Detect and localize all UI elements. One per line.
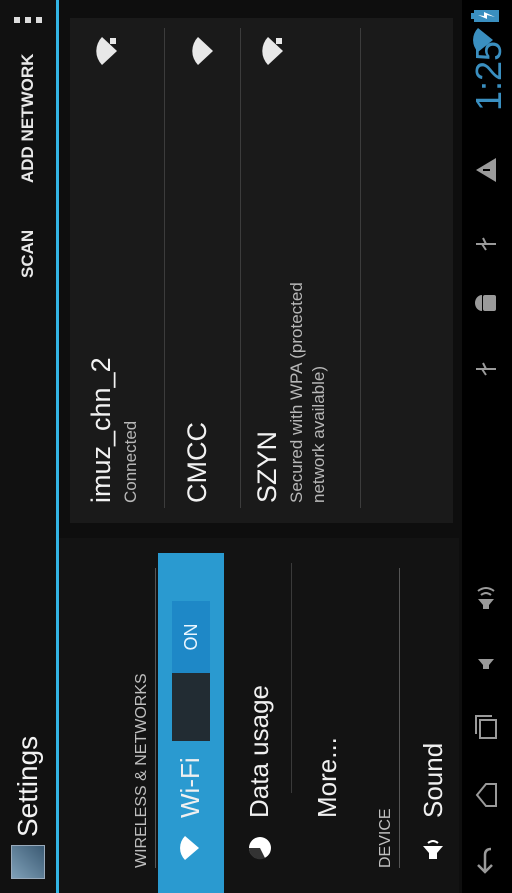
network-status: Secured with WPA (protected network avai…: [287, 282, 328, 503]
scan-button[interactable]: SCAN: [18, 230, 38, 278]
system-navigation-bar: 1:25: [462, 0, 512, 893]
back-icon[interactable]: [474, 847, 504, 875]
section-divider: [155, 568, 156, 868]
list-divider: [291, 563, 292, 793]
wifi-signal-open-icon: [192, 37, 213, 65]
speaker-icon: [421, 835, 447, 861]
sidebar-item-label: Wi-Fi: [175, 757, 205, 818]
sidebar-item-more[interactable]: More...: [295, 553, 359, 893]
wifi-network-list: imuz_chn_2 Connected CMCC SZYN Secured w…: [70, 18, 453, 523]
network-name: imuz_chn_2: [86, 357, 116, 503]
settings-app-icon[interactable]: [11, 845, 45, 879]
sidebar-item-label: Sound: [418, 742, 448, 818]
recent-apps-icon[interactable]: [474, 713, 504, 741]
home-icon[interactable]: [474, 781, 504, 809]
network-item[interactable]: imuz_chn_2 Connected: [86, 33, 142, 503]
wifi-signal-secured-icon: [262, 37, 283, 65]
network-divider: [360, 28, 361, 508]
android-debug-icon: [474, 291, 506, 315]
wifi-toggle-state: ON: [172, 601, 210, 673]
network-status: Connected: [121, 420, 140, 503]
wifi-icon: [178, 835, 204, 861]
network-divider: [164, 28, 165, 508]
battery-icon: [470, 9, 506, 23]
volume-down-icon[interactable]: [474, 649, 504, 671]
overflow-menu-icon[interactable]: [14, 17, 42, 23]
sidebar-item-sound[interactable]: Sound: [401, 553, 465, 893]
wifi-signal-secured-icon: [96, 37, 117, 65]
wifi-status-icon: [472, 27, 500, 53]
section-divider: [399, 568, 400, 868]
settings-sidebar: WIRELESS & NETWORKS Wi-Fi ON Data usage …: [59, 538, 459, 893]
network-item[interactable]: SZYN Secured with WPA (protected network…: [252, 33, 330, 503]
network-name: SZYN: [252, 430, 282, 503]
sidebar-item-label: Data usage: [244, 685, 274, 818]
page-title: Settings: [12, 735, 43, 837]
usb-icon: [474, 235, 504, 253]
network-divider: [240, 28, 241, 508]
network-name: CMCC: [182, 422, 212, 503]
sidebar-item-wifi[interactable]: Wi-Fi ON: [158, 553, 224, 893]
usb-icon: [474, 360, 504, 378]
network-item[interactable]: CMCC: [182, 33, 213, 503]
warning-icon: [474, 157, 504, 183]
section-header-wireless: WIRELESS & NETWORKS: [133, 673, 150, 868]
tablet-screen: Settings SCAN ADD NETWORK WIRELESS & NET…: [0, 0, 512, 893]
sidebar-item-data-usage[interactable]: Data usage: [227, 553, 291, 893]
wifi-toggle-switch[interactable]: ON: [172, 601, 210, 741]
sidebar-item-label: More...: [312, 737, 342, 818]
volume-up-icon[interactable]: [474, 583, 504, 611]
add-network-button[interactable]: ADD NETWORK: [18, 54, 38, 183]
data-usage-icon: [247, 835, 273, 861]
section-header-device: DEVICE: [377, 808, 394, 868]
action-bar: Settings SCAN ADD NETWORK: [0, 0, 59, 893]
